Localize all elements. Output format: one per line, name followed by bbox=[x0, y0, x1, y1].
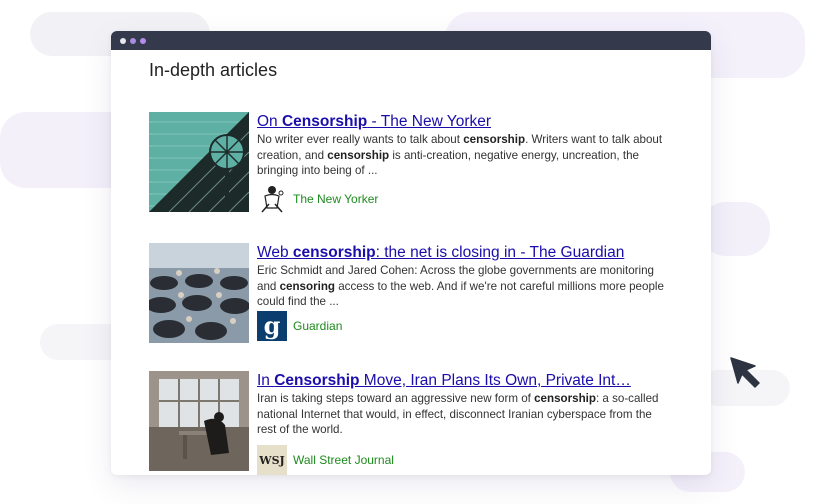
article-thumbnail[interactable] bbox=[149, 371, 249, 471]
article-snippet: No writer ever really wants to talk abou… bbox=[257, 133, 663, 177]
window-dot-icon[interactable] bbox=[130, 37, 136, 44]
article-snippet: Iran is taking steps toward an aggressiv… bbox=[257, 392, 659, 436]
article-source[interactable]: The New Yorker bbox=[257, 184, 378, 214]
article-title-link[interactable]: Web censorship: the net is closing in - … bbox=[257, 243, 669, 262]
source-name: Guardian bbox=[293, 319, 343, 333]
browser-window: In-depth articles On Censorship - The Ne… bbox=[111, 31, 711, 475]
article-source[interactable]: g Guardian bbox=[257, 311, 342, 341]
window-dot-icon[interactable] bbox=[140, 37, 146, 44]
new-yorker-logo-icon bbox=[257, 184, 287, 214]
source-name: Wall Street Journal bbox=[293, 453, 394, 467]
article-title-link[interactable]: On Censorship - The New Yorker bbox=[257, 112, 669, 131]
article-item: On Censorship - The New Yorker No writer… bbox=[149, 112, 669, 222]
article-item: In Censorship Move, Iran Plans Its Own, … bbox=[149, 371, 669, 475]
article-title-link[interactable]: In Censorship Move, Iran Plans Its Own, … bbox=[257, 371, 669, 390]
article-thumbnail[interactable] bbox=[149, 112, 249, 212]
source-name: The New Yorker bbox=[293, 192, 379, 206]
article-snippet: Eric Schmidt and Jared Cohen: Across the… bbox=[257, 264, 664, 308]
article-thumbnail[interactable] bbox=[149, 243, 249, 343]
panel-heading: In-depth articles bbox=[149, 60, 278, 80]
article-source[interactable]: WSJ Wall Street Journal bbox=[257, 445, 394, 475]
window-dot-icon[interactable] bbox=[120, 37, 126, 44]
guardian-logo-icon: g bbox=[257, 311, 287, 341]
wsj-logo-icon: WSJ bbox=[257, 445, 287, 475]
article-item: Web censorship: the net is closing in - … bbox=[149, 243, 669, 353]
mouse-cursor-icon bbox=[730, 357, 760, 388]
window-titlebar bbox=[111, 31, 711, 50]
